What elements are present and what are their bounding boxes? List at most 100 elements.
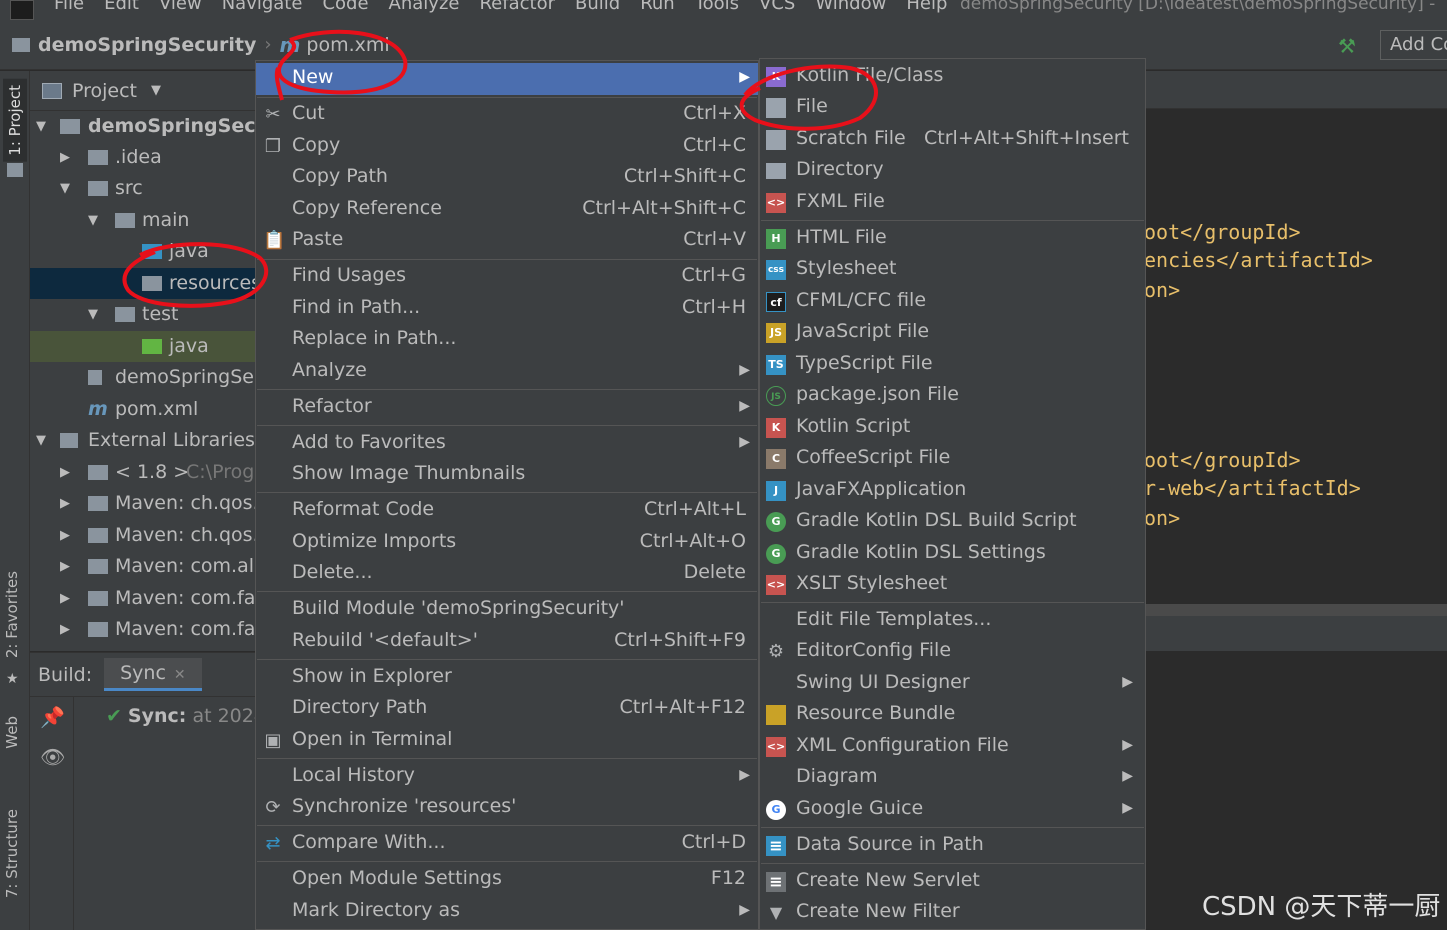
breadcrumb-file[interactable]: pom.xml bbox=[306, 34, 389, 56]
menu-item-build-module[interactable]: Build Module 'demoSpringSecurity' bbox=[256, 594, 758, 626]
collapse-arrow-icon[interactable]: ▶ bbox=[60, 614, 70, 645]
menu-run[interactable]: Run bbox=[640, 0, 675, 14]
submenu-item-xml-configuration-file[interactable]: <> XML Configuration File ▶ bbox=[760, 731, 1145, 763]
submenu-item-javafx-application[interactable]: J JavaFXApplication bbox=[760, 475, 1145, 507]
tree-item-src[interactable]: ▼ src bbox=[30, 173, 260, 204]
tree-item-project-root[interactable]: ▼ demoSpringSecuri bbox=[30, 111, 260, 142]
menu-item-optimize-imports[interactable]: Optimize Imports Ctrl+Alt+O bbox=[256, 527, 758, 559]
tab-structure[interactable]: 7: Structure bbox=[3, 809, 21, 898]
tree-item-jdk[interactable]: ▶ < 1.8 > C:\Progr bbox=[30, 457, 260, 488]
expand-arrow-icon[interactable]: ▼ bbox=[36, 111, 46, 142]
submenu-item-resource-bundle[interactable]: Resource Bundle bbox=[760, 699, 1145, 731]
collapse-arrow-icon[interactable]: ▶ bbox=[60, 583, 70, 614]
submenu-item-data-source-in-path[interactable]: ≡ Data Source in Path bbox=[760, 830, 1145, 862]
collapse-arrow-icon[interactable]: ▶ bbox=[60, 488, 70, 519]
menu-item-open-in-terminal[interactable]: ▣ Open in Terminal bbox=[256, 725, 758, 757]
submenu-item-cfml-file[interactable]: cf CFML/CFC file bbox=[760, 286, 1145, 318]
menu-item-show-image-thumbnails[interactable]: Show Image Thumbnails bbox=[256, 459, 758, 491]
tree-item-maven-lib[interactable]: ▶ Maven: com.fast bbox=[30, 583, 260, 614]
submenu-item-create-new-filter[interactable]: ▼ Create New Filter bbox=[760, 897, 1145, 929]
menu-view[interactable]: View bbox=[159, 0, 202, 14]
menu-build[interactable]: Build bbox=[575, 0, 620, 14]
menu-analyze[interactable]: Analyze bbox=[389, 0, 460, 14]
menu-item-copy[interactable]: ❐ Copy Ctrl+C bbox=[256, 131, 758, 163]
submenu-item-html-file[interactable]: H HTML File bbox=[760, 223, 1145, 255]
submenu-item-create-new-servlet[interactable]: ≡ Create New Servlet bbox=[760, 866, 1145, 898]
menu-edit[interactable]: Edit bbox=[104, 0, 139, 14]
submenu-item-fxml-file[interactable]: <> FXML File bbox=[760, 187, 1145, 219]
menu-code[interactable]: Code bbox=[322, 0, 368, 14]
menu-item-find-in-path[interactable]: Find in Path... Ctrl+H bbox=[256, 293, 758, 325]
menu-item-reformat-code[interactable]: Reformat Code Ctrl+Alt+L bbox=[256, 495, 758, 527]
pin-icon[interactable]: 📌 bbox=[40, 705, 65, 729]
tab-favorites[interactable]: 2: Favorites bbox=[3, 571, 21, 658]
project-panel-title[interactable]: Project bbox=[72, 80, 137, 102]
menu-item-copy-reference[interactable]: Copy Reference Ctrl+Alt+Shift+C bbox=[256, 194, 758, 226]
expand-arrow-icon[interactable]: ▼ bbox=[88, 299, 98, 330]
collapse-arrow-icon[interactable]: ▶ bbox=[60, 457, 70, 488]
submenu-item-google-guice[interactable]: G Google Guice ▶ bbox=[760, 794, 1145, 826]
menu-item-compare-with[interactable]: ⇄ Compare With... Ctrl+D bbox=[256, 828, 758, 860]
menu-item-replace-in-path[interactable]: Replace in Path... bbox=[256, 324, 758, 356]
menu-window[interactable]: Window bbox=[815, 0, 886, 14]
menu-navigate[interactable]: Navigate bbox=[222, 0, 303, 14]
close-icon[interactable]: ✕ bbox=[174, 667, 186, 683]
submenu-item-diagram[interactable]: Diagram ▶ bbox=[760, 762, 1145, 794]
tree-item-maven-lib[interactable]: ▶ Maven: com.alib bbox=[30, 551, 260, 582]
breadcrumb-project[interactable]: demoSpringSecurity bbox=[38, 34, 256, 56]
tab-project[interactable]: 1: Project bbox=[3, 79, 27, 162]
eye-icon[interactable]: 👁 bbox=[40, 745, 65, 769]
submenu-item-gradle-settings[interactable]: G Gradle Kotlin DSL Settings bbox=[760, 538, 1145, 570]
tree-item-pom[interactable]: m pom.xml bbox=[30, 394, 260, 425]
submenu-item-directory[interactable]: Directory bbox=[760, 155, 1145, 187]
collapse-arrow-icon[interactable]: ▶ bbox=[60, 142, 70, 173]
menu-file[interactable]: File bbox=[54, 0, 84, 14]
menu-item-copy-path[interactable]: Copy Path Ctrl+Shift+C bbox=[256, 162, 758, 194]
submenu-item-editorconfig-file[interactable]: ⚙ EditorConfig File bbox=[760, 636, 1145, 668]
menu-tools[interactable]: Tools bbox=[695, 0, 739, 14]
tree-item-main[interactable]: ▼ main bbox=[30, 205, 260, 236]
menu-item-delete[interactable]: Delete... Delete bbox=[256, 558, 758, 590]
tree-item-iml[interactable]: demoSpringSecu bbox=[30, 362, 260, 393]
tree-item-maven-lib[interactable]: ▶ Maven: ch.qos.lo bbox=[30, 520, 260, 551]
submenu-item-typescript-file[interactable]: TS TypeScript File bbox=[760, 349, 1145, 381]
submenu-item-coffeescript-file[interactable]: C CoffeeScript File bbox=[760, 443, 1145, 475]
tab-sync[interactable]: Sync ✕ bbox=[104, 658, 202, 691]
menu-item-local-history[interactable]: Local History ▶ bbox=[256, 761, 758, 793]
menu-item-show-in-explorer[interactable]: Show in Explorer bbox=[256, 662, 758, 694]
menu-item-directory-path[interactable]: Directory Path Ctrl+Alt+F12 bbox=[256, 693, 758, 725]
submenu-item-edit-file-templates[interactable]: Edit File Templates... bbox=[760, 605, 1145, 637]
expand-arrow-icon[interactable]: ▼ bbox=[88, 205, 98, 236]
menu-item-mark-directory-as[interactable]: Mark Directory as ▶ bbox=[256, 896, 758, 928]
chevron-down-icon[interactable]: ▼ bbox=[151, 83, 161, 98]
menu-item-paste[interactable]: 📋 Paste Ctrl+V bbox=[256, 225, 758, 257]
menu-item-open-module-settings[interactable]: Open Module Settings F12 bbox=[256, 864, 758, 896]
tree-item-external-libraries[interactable]: ▼ External Libraries bbox=[30, 425, 260, 456]
submenu-item-scratch-file[interactable]: Scratch File Ctrl+Alt+Shift+Insert bbox=[760, 124, 1145, 156]
submenu-item-stylesheet[interactable]: css Stylesheet bbox=[760, 254, 1145, 286]
menu-vcs[interactable]: VCS bbox=[759, 0, 795, 14]
expand-arrow-icon[interactable]: ▼ bbox=[60, 173, 70, 204]
menu-item-synchronize[interactable]: ⟳ Synchronize 'resources' bbox=[256, 792, 758, 824]
build-hammer-icon[interactable]: ⚒ bbox=[1338, 34, 1360, 58]
menu-item-rebuild[interactable]: Rebuild '<default>' Ctrl+Shift+F9 bbox=[256, 626, 758, 658]
tree-item-maven-lib[interactable]: ▶ Maven: com.fast bbox=[30, 614, 260, 645]
add-configuration-button[interactable]: Add Co bbox=[1380, 30, 1447, 60]
menu-item-analyze[interactable]: Analyze ▶ bbox=[256, 356, 758, 388]
tree-item-main-java[interactable]: java bbox=[30, 236, 260, 267]
submenu-item-gradle-build-script[interactable]: G Gradle Kotlin DSL Build Script bbox=[760, 506, 1145, 538]
submenu-item-xslt-stylesheet[interactable]: <> XSLT Stylesheet bbox=[760, 569, 1145, 601]
tree-item-idea[interactable]: ▶ .idea bbox=[30, 142, 260, 173]
menu-help[interactable]: Help bbox=[906, 0, 947, 14]
submenu-item-package-json[interactable]: JS package.json File bbox=[760, 380, 1145, 412]
tree-item-test-java[interactable]: java bbox=[30, 331, 260, 362]
menu-refactor[interactable]: Refactor bbox=[479, 0, 555, 14]
menu-item-new[interactable]: New ▶ bbox=[256, 63, 758, 95]
collapse-arrow-icon[interactable]: ▶ bbox=[60, 520, 70, 551]
tree-item-resources[interactable]: resources bbox=[30, 268, 260, 299]
menu-item-add-to-favorites[interactable]: Add to Favorites ▶ bbox=[256, 428, 758, 460]
tree-item-maven-lib[interactable]: ▶ Maven: ch.qos.lo bbox=[30, 488, 260, 519]
menu-item-refactor[interactable]: Refactor ▶ bbox=[256, 392, 758, 424]
horizontal-scrollbar[interactable] bbox=[1140, 604, 1447, 616]
menu-item-cut[interactable]: ✂ Cut Ctrl+X bbox=[256, 99, 758, 131]
